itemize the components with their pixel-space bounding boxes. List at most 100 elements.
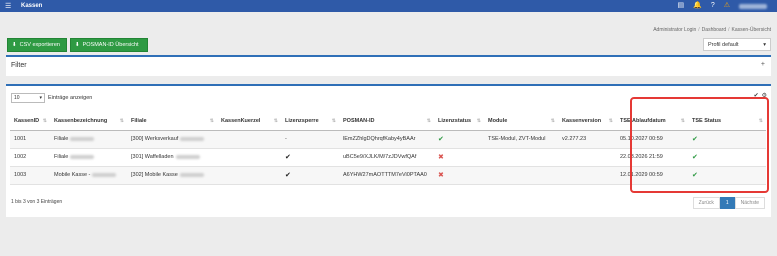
col-kassenid[interactable]: KassenID ⇅ [10, 112, 50, 131]
cell-filiale: [302] Mobile Kasse [127, 166, 217, 185]
col-kassenversion[interactable]: Kassenversion ⇅ [558, 112, 616, 131]
cell-tse-status: ✔ [688, 130, 766, 149]
cell-filiale: [301] Waffelladen [127, 148, 217, 167]
col-kassenkuerzel[interactable]: KassenKuerzel ⇅ [217, 112, 281, 131]
breadcrumb: Administrator Login / Dashboard / Kassen… [653, 27, 771, 33]
pagination-prev[interactable]: Zurück [692, 197, 720, 209]
cell-kassenkuerzel [217, 148, 281, 167]
settings-icon[interactable]: ⚙ [762, 92, 767, 99]
entries-label: Einträge anzeigen [48, 95, 93, 101]
sort-icon: ⇅ [550, 118, 555, 124]
cell-tse-status: ✔ [688, 166, 766, 185]
cell-lizenzstatus: ✖ [434, 166, 484, 185]
cell-lizenzsperre: ✔ [281, 148, 339, 167]
sort-icon: ⇅ [426, 118, 431, 124]
entries-select-value: 10 [14, 95, 20, 101]
kassen-table: KassenID ⇅ Kassenbezeichnung ⇅ Filiale ⇅ Ka… [10, 112, 766, 185]
pagination-page-1[interactable]: 1 [719, 197, 735, 209]
cell-kassenversion [558, 148, 616, 167]
col-lizenzsperre[interactable]: Lizenzsperre ⇅ [281, 112, 339, 131]
sort-icon: ⇅ [119, 118, 124, 124]
cell-kassenbezeichnung: Filiale [50, 148, 127, 167]
cell-kassenkuerzel [217, 166, 281, 185]
cell-posman-id: uBC5e9/XJLK/M/7zJDVwfQAf [339, 148, 434, 167]
cell-lizenzstatus: ✔ [434, 130, 484, 149]
filter-panel[interactable]: Filter + [6, 55, 771, 76]
csv-export-button[interactable]: ⬇ CSV exportieren [7, 38, 67, 52]
help-icon[interactable]: ? [711, 0, 715, 12]
sort-icon: ⇅ [608, 118, 613, 124]
cell-kassenkuerzel [217, 130, 281, 149]
cell-kassenid: 1003 [10, 166, 50, 185]
check-icon: ✔ [692, 172, 698, 179]
cell-tse-status: ✔ [688, 148, 766, 167]
col-filiale[interactable]: Filiale ⇅ [127, 112, 217, 131]
col-module[interactable]: Module ⇅ [484, 112, 558, 131]
check-icon: ✔ [692, 136, 698, 143]
cell-kassenbezeichnung: Filiale [50, 130, 127, 149]
csv-export-label: CSV exportieren [19, 42, 60, 48]
sort-icon: ⇅ [476, 118, 481, 124]
check-icon: ✔ [692, 154, 698, 161]
entries-select[interactable]: 10 ▾ [11, 93, 45, 103]
profile-select-value: Profil default [708, 41, 739, 48]
chevron-down-icon: ▾ [39, 95, 42, 101]
cell-posman-id: A6YHW27mAOTTTM7eVi0PTAA0 [339, 166, 434, 185]
user-name-redacted[interactable] [739, 3, 767, 9]
sort-icon: ⇅ [209, 118, 214, 124]
cross-icon: ✖ [438, 172, 444, 179]
posman-overview-label: POSMAN-ID Übersicht [82, 42, 139, 48]
sort-icon: ⇅ [273, 118, 278, 124]
cell-posman-id: lEmZZhlgDQhrqfKaby4yBAAr [339, 130, 434, 149]
table-header-row: KassenID ⇅ Kassenbezeichnung ⇅ Filiale ⇅ Ka… [10, 112, 766, 131]
cell-kassenversion [558, 166, 616, 185]
cell-kassenbezeichnung: Mobile Kasse - [50, 166, 127, 185]
table-row[interactable]: 1003 Mobile Kasse - [302] Mobile Kasse ✔… [10, 166, 766, 185]
col-kassenbezeichnung[interactable]: Kassenbezeichnung ⇅ [50, 112, 127, 131]
sort-icon: ⇅ [758, 118, 763, 124]
cell-kassenid: 1002 [10, 148, 50, 167]
checkmark-icon: ✔ [285, 154, 291, 161]
breadcrumb-dashboard[interactable]: Dashboard [702, 27, 726, 33]
download-icon: ⬇ [75, 42, 80, 48]
checkmark-icon: ✔ [285, 172, 291, 179]
cell-lizenzsperre: - [281, 130, 339, 149]
download-icon: ⬇ [12, 42, 17, 48]
cell-tse-ablaufdatum: 12.01.2029 00:59 [616, 166, 688, 185]
col-lizenzstatus[interactable]: Lizenzstatus ⇅ [434, 112, 484, 131]
pagination-next[interactable]: Nächste [734, 197, 765, 209]
cell-kassenversion: v2.277.23 [558, 130, 616, 149]
hamburger-menu-icon[interactable]: ☰ [5, 2, 15, 10]
posman-overview-button[interactable]: ⬇ POSMAN-ID Übersicht [70, 38, 148, 52]
table-tools: ✔ ⚙ [754, 92, 767, 99]
expand-plus-icon[interactable]: + [761, 61, 765, 68]
profile-select[interactable]: Profil default ▾ [703, 38, 771, 51]
table-info: 1 bis 3 von 3 Einträgen [11, 199, 63, 205]
filter-label: Filter [11, 62, 27, 69]
cell-module [484, 148, 558, 167]
col-tse-ablaufdatum[interactable]: TSE Ablaufdatum ⇅ [616, 112, 688, 131]
cell-tse-ablaufdatum: 22.03.2026 21:59 [616, 148, 688, 167]
table-row[interactable]: 1002 Filiale [301] Waffelladen ✔ uBC5e9/… [10, 148, 766, 167]
check-icon: ✔ [438, 136, 444, 143]
col-posman-id[interactable]: POSMAN-ID ⇅ [339, 112, 434, 131]
col-tse-status[interactable]: TSE Status ⇅ [688, 112, 766, 131]
sort-icon: ⇅ [42, 118, 47, 124]
bell-icon[interactable]: 🔔 [693, 0, 702, 12]
breadcrumb-kassen-uebersicht: Kassen-Übersicht [731, 27, 771, 33]
entries-length-control: 10 ▾ Einträge anzeigen [11, 93, 92, 103]
cell-module: TSE-Modul, ZVT-Modul [484, 130, 558, 149]
app-title: Kassen [21, 3, 43, 9]
sort-icon: ⇅ [331, 118, 336, 124]
breadcrumb-admin-login[interactable]: Administrator Login [653, 27, 696, 33]
sort-icon: ⇅ [680, 118, 685, 124]
warning-icon[interactable]: ⚠ [724, 0, 730, 12]
table-row[interactable]: 1001 Filiale [300] Werksverkauf - lEmZZh… [10, 130, 766, 149]
kassen-table-panel: 10 ▾ Einträge anzeigen ✔ ⚙ KassenID ⇅ Kas… [6, 84, 771, 217]
check-icon[interactable]: ✔ [754, 92, 759, 99]
cell-tse-ablaufdatum: 05.10.2027 00:59 [616, 130, 688, 149]
window-icon[interactable]: ▤ [677, 0, 684, 12]
cross-icon: ✖ [438, 154, 444, 161]
top-navbar: ☰ Kassen ▤ 🔔 ? ⚠ [0, 0, 777, 12]
cell-filiale: [300] Werksverkauf [127, 130, 217, 149]
